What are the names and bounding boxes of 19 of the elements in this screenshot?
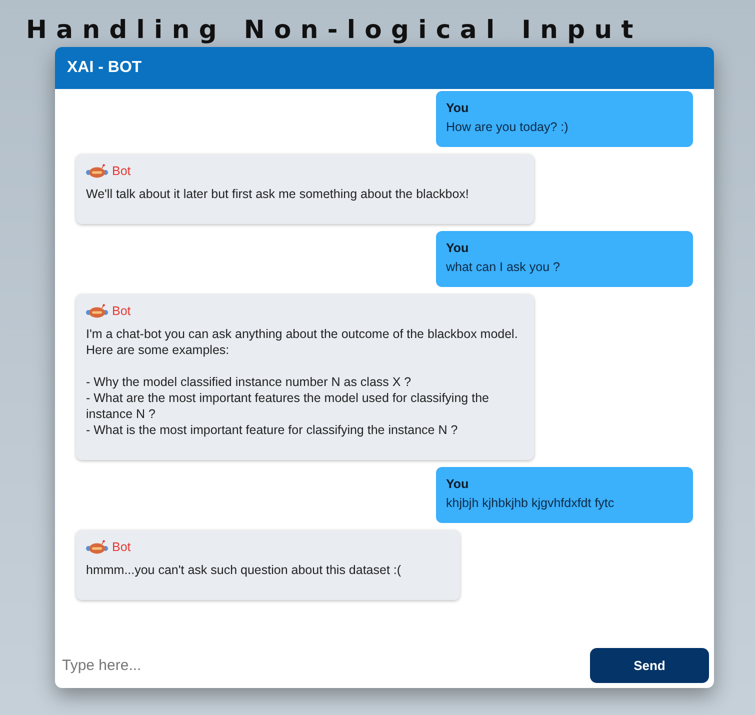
message-text: How are you today? :) (446, 119, 570, 135)
sender-name: Bot (112, 163, 131, 179)
message-text: what can I ask you ? (446, 259, 561, 275)
message-text: We'll talk about it later but first ask me something about the blackbox! (86, 186, 470, 202)
window-title: XAI - BOT (67, 59, 142, 77)
page-heading: Handling Non-logical Input (26, 14, 644, 46)
sender-name: Bot (112, 303, 131, 319)
message-text: khjbjh kjhbkjhb kjgvhfdxfdt fytc (446, 495, 616, 511)
message-input[interactable]: Type here... (62, 654, 462, 676)
robot-icon (86, 304, 108, 318)
robot-icon (86, 164, 108, 178)
message-text: I'm a chat-bot you can ask anything about the outcome of the blackbox model. Here are some examples: - Why the model classified instance number N as class X ? - What are the most important features the model used for classifying the instance N ? - What is the most important feature for classifying the instance N ? (86, 326, 519, 438)
sender-name: Bot (112, 539, 131, 555)
sender-name: You (446, 476, 470, 492)
robot-icon (86, 540, 108, 554)
sender-name: You (446, 100, 470, 116)
sender-name: You (446, 240, 470, 256)
send-button[interactable]: Send (590, 648, 709, 682)
message-text: hmmm...you can't ask such question about this dataset :( (86, 562, 402, 578)
